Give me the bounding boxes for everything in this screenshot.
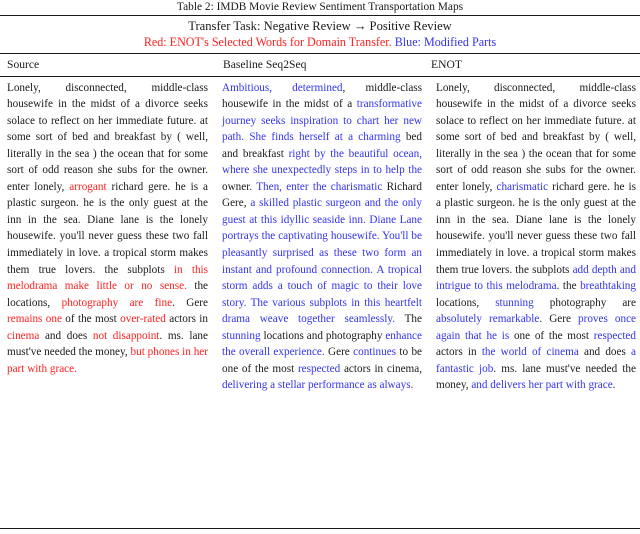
text-run-black: .	[612, 379, 616, 392]
text-run-black: Lonely, disconnected, middle-class house…	[436, 81, 636, 193]
text-run-black: photography are	[533, 296, 636, 309]
table-bottom-rule	[0, 528, 640, 529]
text-run-red: photography are fine	[61, 296, 173, 309]
text-run-red: not disappoint	[92, 329, 160, 342]
cell-baseline-text: Ambitious, determined, middle-class hous…	[218, 80, 426, 394]
text-run-black: locations,	[436, 296, 496, 309]
table-caption: Table 2: IMDB Movie Review Sentiment Tra…	[176, 1, 464, 13]
text-run-black: owner.	[222, 180, 257, 193]
table-header-row: Source Baseline Seq2Seq ENOT	[0, 54, 640, 76]
column-header-source: Source	[7, 57, 40, 71]
text-run-black: richard gere. he is a plastic surgeon. h…	[7, 180, 208, 276]
column-header-enot: ENOT	[431, 57, 462, 71]
text-run-black: Lonely, disconnected, middle-class house…	[7, 81, 208, 193]
text-run-black: . Gere	[172, 296, 208, 309]
text-run-blue: and delivers her part with grace	[471, 379, 613, 392]
legend-blue-text: Blue: Modified Parts	[394, 34, 497, 49]
table-banner: Transfer Task: Negative Review → Positiv…	[0, 16, 640, 53]
text-run-blue: stunning	[495, 296, 534, 309]
text-run-black: . the	[556, 280, 581, 293]
text-run-red: cinema	[7, 329, 40, 342]
text-run-red: remains one	[7, 313, 62, 326]
text-run-red: arrogant	[69, 180, 107, 193]
text-run-blue: the world of cinema	[481, 346, 579, 359]
color-legend-line: Red: ENOT's Selected Words for Domain Tr…	[0, 35, 640, 51]
text-run-blue: respected	[297, 362, 341, 375]
legend-red-text: Red: ENOT's Selected Words for Domain Tr…	[143, 34, 392, 49]
text-run-black: actors in	[436, 346, 482, 359]
text-run-blue: Then, enter the charismatic	[256, 180, 383, 193]
text-run-blue: continues	[353, 346, 397, 359]
text-run-black: locations and photography	[260, 329, 386, 342]
cell-source-text: Lonely, disconnected, middle-class house…	[0, 80, 212, 378]
text-run-black: richard gere. he is a plastic surgeon. h…	[436, 180, 636, 276]
table-container: Table 2: IMDB Movie Review Sentiment Tra…	[0, 0, 640, 394]
table-body-row: Lonely, disconnected, middle-class house…	[0, 77, 640, 394]
text-run-black: The	[395, 313, 422, 326]
text-run-blue: absolutely remarkable	[436, 313, 540, 326]
text-run-blue: breathtaking	[580, 280, 636, 293]
transfer-task-line: Transfer Task: Negative Review → Positiv…	[188, 19, 452, 33]
text-run-black: one of the most	[509, 329, 594, 342]
column-header-baseline: Baseline Seq2Seq	[223, 57, 307, 71]
text-run-blue: Ambitious, determined	[222, 81, 343, 94]
text-run-black: of the most	[61, 313, 121, 326]
text-run-black: Gere	[324, 346, 354, 359]
text-run-black: actors in cinema,	[340, 362, 422, 375]
text-run-blue: charismatic	[496, 180, 549, 193]
cell-enot-text: Lonely, disconnected, middle-class house…	[432, 80, 640, 394]
text-run-black: and does	[578, 346, 632, 359]
text-run-black: . Gere	[539, 313, 578, 326]
text-run-blue: stunning	[222, 329, 261, 342]
text-run-blue: a skilled plastic surgeon and the only g…	[222, 197, 422, 326]
text-run-black: and does	[39, 329, 93, 342]
text-run-red: over-rated	[120, 313, 166, 326]
text-run-black: actors in	[165, 313, 209, 326]
text-run-blue: respected	[593, 329, 636, 342]
text-run-blue: delivering a stellar performance as alwa…	[222, 379, 414, 392]
